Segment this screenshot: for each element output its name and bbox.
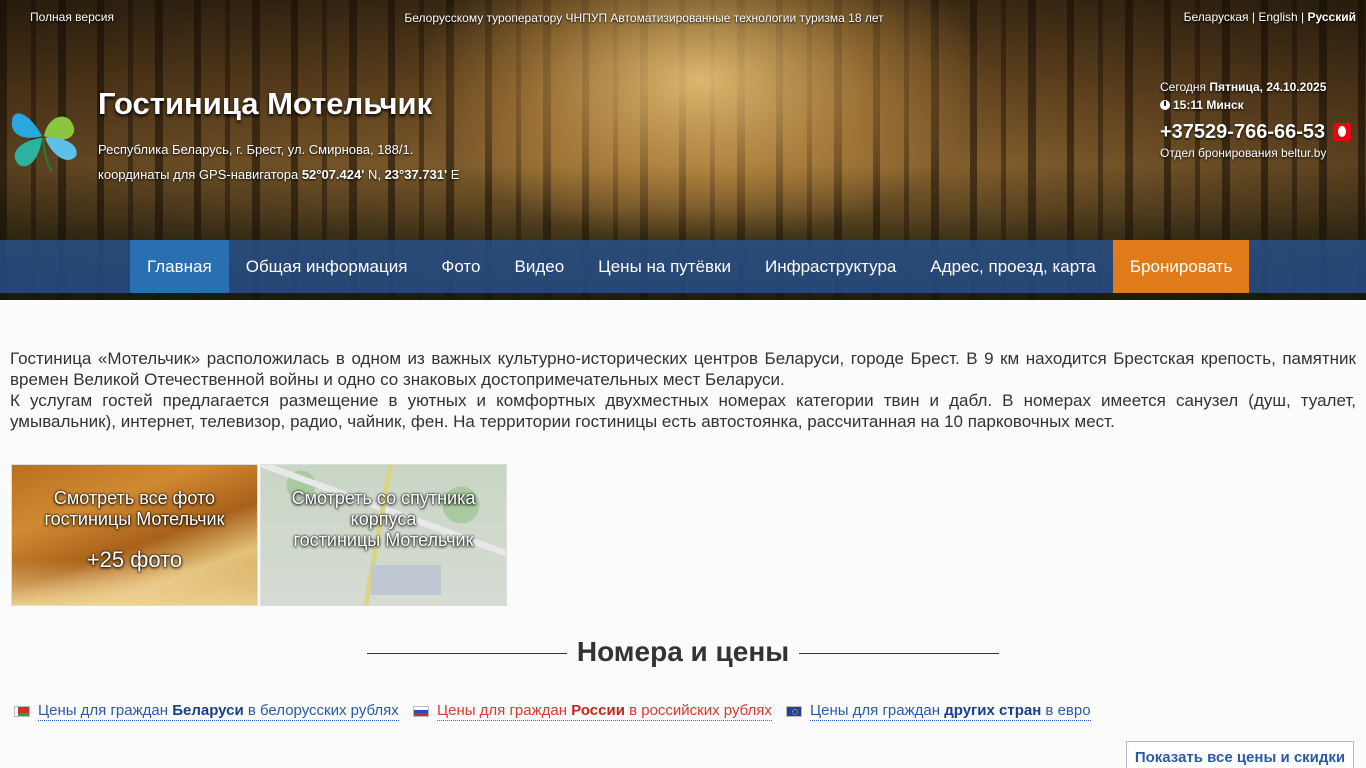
photo-tile-caption: Смотреть все фото гостиницы Мотельчик — [12, 488, 257, 530]
lang-ru-link[interactable]: Русский — [1308, 10, 1357, 24]
lang-separator: | — [1248, 10, 1259, 24]
prices-belarus-pre: Цены для граждан — [38, 702, 173, 719]
satellite-tile-line1: Смотреть со спутника — [291, 488, 476, 508]
show-all-prices-button[interactable]: Показать все цены и скидки — [1126, 741, 1354, 768]
prices-russia-text[interactable]: Цены для граждан России в российских руб… — [437, 702, 772, 721]
time-value: 15:11 Минск — [1173, 98, 1244, 112]
description-paragraph: Гостиница «Мотельчик» расположилась в од… — [10, 349, 1356, 389]
lang-be-link[interactable]: Беларуская — [1184, 10, 1249, 24]
satellite-tile-line3: гостиницы Мотельчик — [293, 530, 474, 550]
coords-lon-suffix: E — [447, 167, 460, 182]
nav-item-book[interactable]: Бронировать — [1112, 240, 1250, 293]
language-switcher: Беларуская | English | Русский — [1184, 10, 1356, 24]
prices-other-text[interactable]: Цены для граждан других стран в евро — [810, 702, 1091, 721]
description-paragraph: К услугам гостей предлагается размещение… — [10, 391, 1356, 431]
prices-belarus-post: в белорусских рублях — [243, 702, 399, 719]
prices-other-pre: Цены для граждан — [810, 702, 945, 719]
coords-lat-suffix: N, — [364, 167, 385, 182]
section-divider-right — [799, 653, 999, 654]
today-label: Сегодня — [1160, 80, 1210, 94]
prices-belarus-text[interactable]: Цены для граждан Беларуси в белорусских … — [38, 702, 399, 721]
prices-other-countries-link[interactable]: Цены для граждан других стран в евро — [786, 702, 1091, 721]
today-date: Сегодня Пятница, 24.10.2025 — [1160, 80, 1351, 98]
lang-en-link[interactable]: English — [1258, 10, 1297, 24]
today-value: Пятница, 24.10.2025 — [1209, 80, 1327, 94]
nav-item-video[interactable]: Видео — [497, 240, 581, 293]
prices-russia-bold: России — [571, 702, 625, 719]
hotel-address: Республика Беларусь, г. Брест, ул. Смирн… — [98, 142, 414, 157]
coords-prefix: координаты для GPS-навигатора — [98, 167, 302, 182]
coords-lon: 23°37.731' — [384, 167, 448, 182]
prices-belarus-bold: Беларуси — [172, 702, 244, 719]
nav-item-general-info[interactable]: Общая информация — [229, 240, 425, 293]
phone-value[interactable]: +37529-766-66-53 — [1160, 119, 1325, 145]
mts-operator-icon — [1333, 123, 1352, 141]
clover-logo-icon[interactable] — [8, 100, 80, 175]
main-nav: Главная Общая информация Фото Видео Цены… — [0, 240, 1366, 293]
photo-count: +25 фото — [86, 547, 183, 572]
photo-tile-line1: Смотреть все фото — [53, 488, 216, 508]
current-time: 15:11 Минск — [1160, 98, 1351, 116]
satellite-view-tile[interactable]: Смотреть со спутника корпуса гостиницы М… — [260, 464, 507, 606]
prices-other-post: в евро — [1041, 702, 1091, 719]
prices-belarus-link[interactable]: Цены для граждан Беларуси в белорусских … — [14, 702, 399, 721]
tagline: Белорусскому туроператору ЧНПУП Автомати… — [404, 11, 884, 25]
prices-russia-pre: Цены для граждан — [437, 702, 572, 719]
prices-russia-link[interactable]: Цены для граждан России в российских руб… — [413, 702, 772, 721]
clock-icon — [1160, 100, 1170, 110]
satellite-tile-line2: корпуса — [350, 509, 417, 529]
rooms-prices-heading: Номера и цены — [576, 636, 790, 667]
nav-item-photo[interactable]: Фото — [424, 240, 497, 293]
phone-number[interactable]: +37529-766-66-53 — [1160, 118, 1352, 146]
gps-coordinates: координаты для GPS-навигатора 52°07.424'… — [98, 167, 459, 182]
nav-item-home[interactable]: Главная — [130, 240, 229, 293]
satellite-tile-caption: Смотреть со спутника корпуса гостиницы М… — [261, 488, 506, 551]
nav-item-infrastructure[interactable]: Инфраструктура — [748, 240, 913, 293]
hotel-description: Гостиница «Мотельчик» расположилась в од… — [10, 348, 1356, 432]
booking-department: Отдел бронирования beltur.by — [1160, 146, 1327, 160]
russia-flag-icon — [413, 706, 429, 717]
prices-russia-post: в российских рублях — [624, 702, 772, 719]
page-title: Гостиница Мотельчик — [98, 86, 433, 121]
nav-item-prices[interactable]: Цены на путёвки — [581, 240, 748, 293]
eu-flag-icon — [786, 706, 802, 717]
lang-separator: | — [1297, 10, 1308, 24]
photo-gallery-tile[interactable]: Смотреть все фото гостиницы Мотельчик +2… — [11, 464, 258, 606]
coords-lat: 52°07.424' — [301, 167, 365, 182]
contact-info: Сегодня Пятница, 24.10.2025 15:11 Минск … — [1160, 80, 1352, 164]
prices-other-bold: других стран — [944, 702, 1042, 719]
belarus-flag-icon — [14, 706, 30, 717]
nav-item-address-map[interactable]: Адрес, проезд, карта — [913, 240, 1113, 293]
photo-tile-line2: гостиницы Мотельчик — [44, 509, 225, 529]
